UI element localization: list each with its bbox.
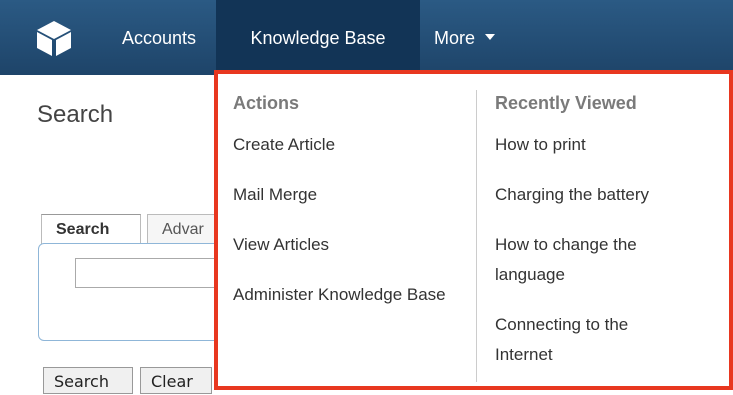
- actions-header: Actions: [233, 93, 300, 113]
- chevron-down-icon: [485, 34, 496, 41]
- menu-item-create-article[interactable]: Create Article: [233, 130, 463, 160]
- nav-more-label: More: [434, 28, 476, 48]
- nav-accounts[interactable]: Accounts: [103, 0, 215, 75]
- menu-item-view-articles[interactable]: View Articles: [233, 230, 463, 260]
- cube-logo-icon[interactable]: [35, 19, 73, 57]
- search-button[interactable]: Search: [43, 367, 133, 394]
- more-dropdown-menu: Actions Recently Viewed Create Article M…: [214, 70, 733, 390]
- recent-item-how-to-print[interactable]: How to print: [495, 130, 715, 160]
- tab-search[interactable]: Search: [41, 214, 141, 244]
- nav-more[interactable]: More: [428, 0, 554, 75]
- menu-item-mail-merge[interactable]: Mail Merge: [233, 180, 463, 210]
- nav-knowledge-base[interactable]: Knowledge Base: [216, 0, 420, 75]
- menu-item-administer-knowledge-base[interactable]: Administer Knowledge Base: [233, 280, 448, 310]
- recent-item-connecting-to-the-internet[interactable]: Connecting to the Internet: [495, 310, 685, 370]
- top-navbar: Accounts Knowledge Base More: [0, 0, 733, 75]
- recently-viewed-header: Recently Viewed: [495, 93, 637, 113]
- recent-item-charging-the-battery[interactable]: Charging the battery: [495, 180, 715, 210]
- recent-item-how-to-change-the-language[interactable]: How to change the language: [495, 230, 685, 290]
- page-title: Search: [37, 101, 114, 128]
- clear-button[interactable]: Clear: [140, 367, 212, 394]
- menu-divider: [476, 90, 477, 382]
